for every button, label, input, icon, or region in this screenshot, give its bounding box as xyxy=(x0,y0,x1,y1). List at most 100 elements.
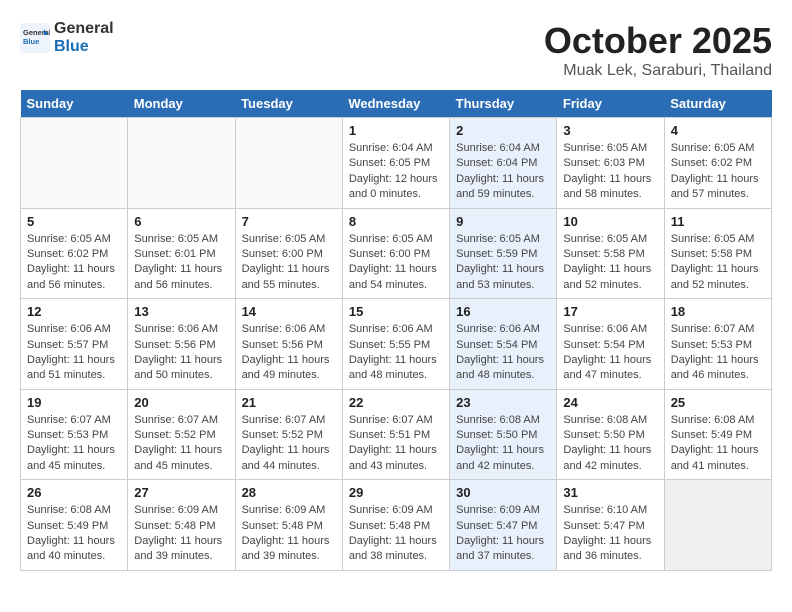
sunset-text: Sunset: 5:50 PM xyxy=(563,428,657,443)
daylight-text: Daylight: 11 hours and 42 minutes. xyxy=(563,443,657,474)
sunset-text: Sunset: 6:03 PM xyxy=(563,156,657,171)
calendar-cell: 25 Sunrise: 6:08 AMSunset: 5:49 PMDayligh… xyxy=(664,389,771,480)
calendar-cell: 26Sunrise: 6:08 AMSunset: 5:49 PMDayligh… xyxy=(21,480,128,571)
weekday-header-thursday: Thursday xyxy=(450,90,557,118)
daylight-text: Daylight: 11 hours and 57 minutes. xyxy=(671,172,765,203)
daylight-text: Daylight: 11 hours and 43 minutes. xyxy=(349,443,443,474)
daylight-text: Daylight: 11 hours and 58 minutes. xyxy=(563,172,657,203)
sunset-text: Sunset: 5:48 PM xyxy=(242,519,336,534)
calendar-cell: 15Sunrise: 6:06 AMSunset: 5:55 PMDayligh… xyxy=(342,299,449,390)
calendar-cell: 3 Sunrise: 6:05 AMSunset: 6:03 PMDaylight… xyxy=(557,118,664,209)
week-row-2: 5Sunrise: 6:05 AMSunset: 6:02 PMDaylight… xyxy=(21,208,772,299)
day-number: 12 xyxy=(27,304,121,319)
daylight-text: Daylight: 11 hours and 42 minutes. xyxy=(456,443,550,474)
daylight-text: Daylight: 11 hours and 41 minutes. xyxy=(671,443,765,474)
day-number: 2 xyxy=(456,123,550,138)
weekday-header-tuesday: Tuesday xyxy=(235,90,342,118)
logo-general: General xyxy=(54,20,114,38)
calendar-cell: 16Sunrise: 6:06 AMSunset: 5:54 PMDayligh… xyxy=(450,299,557,390)
location-title: Muak Lek, Saraburi, Thailand xyxy=(544,62,772,80)
calendar-cell: 5Sunrise: 6:05 AMSunset: 6:02 PMDaylight… xyxy=(21,208,128,299)
day-number: 15 xyxy=(349,304,443,319)
calendar-cell: 17Sunrise: 6:06 AMSunset: 5:54 PMDayligh… xyxy=(557,299,664,390)
calendar-cell: 30Sunrise: 6:09 AMSunset: 5:47 PMDayligh… xyxy=(450,480,557,571)
sunrise-text: Sunrise: 6:06 AM xyxy=(349,322,443,337)
day-number: 14 xyxy=(242,304,336,319)
sunrise-text: Sunrise: 6:07 AM xyxy=(242,413,336,428)
calendar-cell: 9Sunrise: 6:05 AMSunset: 5:59 PMDaylight… xyxy=(450,208,557,299)
sunrise-text: Sunrise: 6:09 AM xyxy=(456,503,550,518)
week-row-4: 19Sunrise: 6:07 AMSunset: 5:53 PMDayligh… xyxy=(21,389,772,480)
calendar-cell xyxy=(664,480,771,571)
calendar-cell: 18Sunrise: 6:07 AMSunset: 5:53 PMDayligh… xyxy=(664,299,771,390)
day-number: 1 xyxy=(349,123,443,138)
daylight-text: Daylight: 11 hours and 45 minutes. xyxy=(27,443,121,474)
sunrise-text: Sunrise: 6:07 AM xyxy=(134,413,228,428)
sunrise-text: Sunrise: 6:05 AM xyxy=(563,141,657,156)
calendar-cell: 29Sunrise: 6:09 AMSunset: 5:48 PMDayligh… xyxy=(342,480,449,571)
day-number: 26 xyxy=(27,485,121,500)
day-number: 21 xyxy=(242,395,336,410)
daylight-text: Daylight: 11 hours and 46 minutes. xyxy=(671,353,765,384)
daylight-text: Daylight: 11 hours and 49 minutes. xyxy=(242,353,336,384)
daylight-text: Daylight: 11 hours and 52 minutes. xyxy=(671,262,765,293)
sunrise-text: Sunrise: 6:06 AM xyxy=(456,322,550,337)
calendar-cell: 14Sunrise: 6:06 AMSunset: 5:56 PMDayligh… xyxy=(235,299,342,390)
sunset-text: Sunset: 5:56 PM xyxy=(134,338,228,353)
day-number: 10 xyxy=(563,214,657,229)
day-number: 8 xyxy=(349,214,443,229)
sunset-text: Sunset: 6:05 PM xyxy=(349,156,443,171)
sunrise-text: Sunrise: 6:06 AM xyxy=(563,322,657,337)
sunset-text: Sunset: 5:59 PM xyxy=(456,247,550,262)
daylight-text: Daylight: 11 hours and 59 minutes. xyxy=(456,172,550,203)
daylight-text: Daylight: 11 hours and 53 minutes. xyxy=(456,262,550,293)
day-number: 3 xyxy=(563,123,657,138)
sunrise-text: Sunrise: 6:06 AM xyxy=(242,322,336,337)
sunrise-text: Sunrise: 6:07 AM xyxy=(349,413,443,428)
sunset-text: Sunset: 5:57 PM xyxy=(27,338,121,353)
day-number: 25 xyxy=(671,395,765,410)
logo-icon: General Blue xyxy=(20,23,50,53)
daylight-text: Daylight: 11 hours and 39 minutes. xyxy=(242,534,336,565)
sunrise-text: Sunrise: 6:05 AM xyxy=(671,141,765,156)
sunrise-text: Sunrise: 6:05 AM xyxy=(349,232,443,247)
calendar-cell xyxy=(128,118,235,209)
sunset-text: Sunset: 5:52 PM xyxy=(134,428,228,443)
sunrise-text: Sunrise: 6:05 AM xyxy=(134,232,228,247)
sunrise-text: Sunrise: 6:05 AM xyxy=(242,232,336,247)
weekday-header-saturday: Saturday xyxy=(664,90,771,118)
logo: General Blue General Blue xyxy=(20,20,114,55)
calendar-cell: 24Sunrise: 6:08 AMSunset: 5:50 PMDayligh… xyxy=(557,389,664,480)
daylight-text: Daylight: 11 hours and 55 minutes. xyxy=(242,262,336,293)
day-number: 11 xyxy=(671,214,765,229)
logo-blue: Blue xyxy=(54,38,114,56)
daylight-text: Daylight: 12 hours and 0 minutes. xyxy=(349,172,443,203)
calendar-cell: 7Sunrise: 6:05 AMSunset: 6:00 PMDaylight… xyxy=(235,208,342,299)
sunset-text: Sunset: 5:47 PM xyxy=(563,519,657,534)
week-row-1: 1Sunrise: 6:04 AMSunset: 6:05 PMDaylight… xyxy=(21,118,772,209)
sunrise-text: Sunrise: 6:08 AM xyxy=(456,413,550,428)
day-number: 16 xyxy=(456,304,550,319)
daylight-text: Daylight: 11 hours and 38 minutes. xyxy=(349,534,443,565)
calendar-cell: 28Sunrise: 6:09 AMSunset: 5:48 PMDayligh… xyxy=(235,480,342,571)
day-number: 7 xyxy=(242,214,336,229)
week-row-3: 12Sunrise: 6:06 AMSunset: 5:57 PMDayligh… xyxy=(21,299,772,390)
daylight-text: Daylight: 11 hours and 47 minutes. xyxy=(563,353,657,384)
sunrise-text: Sunrise: 6:06 AM xyxy=(27,322,121,337)
calendar-cell: 4Sunrise: 6:05 AMSunset: 6:02 PMDaylight… xyxy=(664,118,771,209)
sunrise-text: Sunrise: 6:10 AM xyxy=(563,503,657,518)
daylight-text: Daylight: 11 hours and 50 minutes. xyxy=(134,353,228,384)
calendar-header: SundayMondayTuesdayWednesdayThursdayFrid… xyxy=(21,90,772,118)
sunset-text: Sunset: 5:48 PM xyxy=(349,519,443,534)
sunset-text: Sunset: 6:02 PM xyxy=(27,247,121,262)
sunrise-text: Sunrise: 6:07 AM xyxy=(27,413,121,428)
weekday-header-monday: Monday xyxy=(128,90,235,118)
daylight-text: Daylight: 11 hours and 36 minutes. xyxy=(563,534,657,565)
sunrise-text: Sunrise: 6:08 AM xyxy=(671,413,765,428)
sunset-text: Sunset: 5:49 PM xyxy=(671,428,765,443)
calendar-body: 1Sunrise: 6:04 AMSunset: 6:05 PMDaylight… xyxy=(21,118,772,571)
svg-text:Blue: Blue xyxy=(23,37,39,46)
day-number: 31 xyxy=(563,485,657,500)
calendar-table: SundayMondayTuesdayWednesdayThursdayFrid… xyxy=(20,90,772,571)
daylight-text: Daylight: 11 hours and 48 minutes. xyxy=(456,353,550,384)
